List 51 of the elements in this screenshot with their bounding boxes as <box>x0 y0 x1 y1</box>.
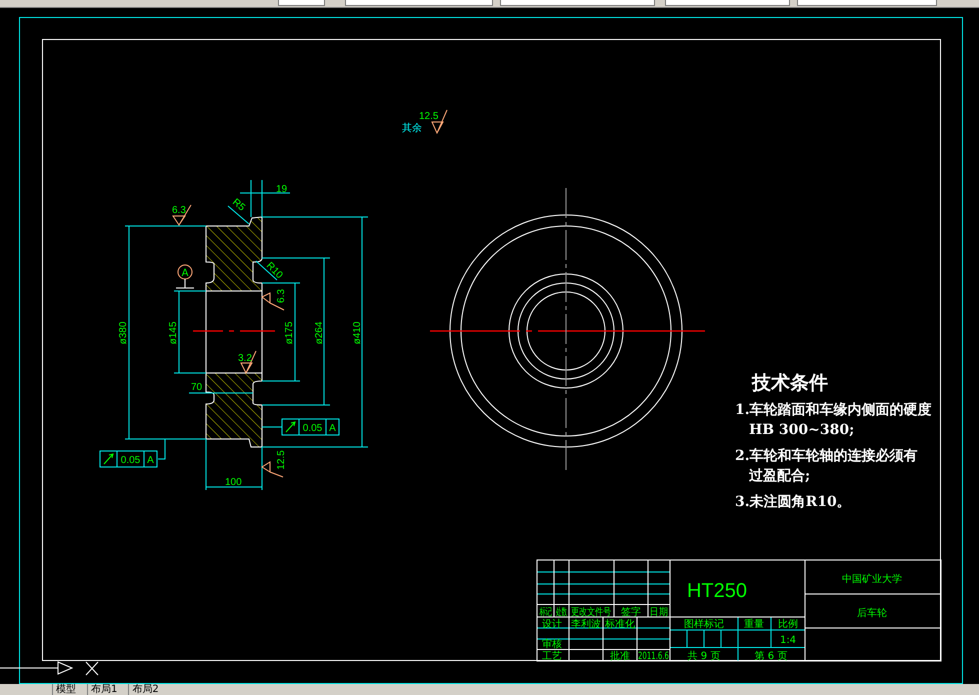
layout-tab[interactable]: 模型 <box>52 684 79 695</box>
datum-reference: A <box>329 423 336 434</box>
dimension-label: 6.3 <box>172 205 186 216</box>
dimension-label: 12.5 <box>276 450 287 470</box>
title-block-text: 李利波 <box>571 619 601 630</box>
dimension-label: ø410 <box>352 322 363 344</box>
requirement-text: 1.车轮踏面和车缘内侧面的硬度 <box>735 402 932 418</box>
title-block-text: 工艺 <box>542 651 562 662</box>
school-name: 中国矿业大学 <box>842 574 902 585</box>
requirement-text: HB 300~380; <box>749 422 854 438</box>
title-block-text: 1:4 <box>780 635 796 646</box>
title-block-text: 图样标记 <box>684 619 724 630</box>
surface-note-label: 其余 <box>402 123 422 134</box>
material-label: HT250 <box>686 580 748 602</box>
title-block-text: 设计 <box>542 619 562 630</box>
part-name: 后车轮 <box>857 608 887 619</box>
title-block-text: 标记 <box>539 606 552 618</box>
dimension-label: 6.3 <box>276 289 287 303</box>
title-block-text: 标准化 <box>605 619 635 630</box>
requirement-text: 3.未注圆角R10。 <box>735 494 851 510</box>
title-block-text: 处数 <box>556 606 567 618</box>
dimension-label: 100 <box>225 477 242 488</box>
dimension-label: R10 <box>264 260 285 282</box>
tolerance-value: 0.05 <box>120 455 140 466</box>
layout-tab[interactable]: 布局2 <box>128 684 162 695</box>
dimension-label: ø175 <box>284 322 295 344</box>
title-block-text: 第 6 页 <box>754 651 788 662</box>
title-block-text: 重量 <box>744 619 764 630</box>
title-block-text: 比例 <box>778 619 798 630</box>
requirements-title: 技术条件 <box>752 372 828 394</box>
datum-reference: A <box>147 455 154 466</box>
dimension-label: ø264 <box>314 322 325 344</box>
title-block-text: 共 9 页 <box>688 651 720 662</box>
title-block-text: 批准 <box>610 651 630 662</box>
requirement-text: 2.车轮和车轮轴的连接必须有 <box>735 448 918 464</box>
title-block-text: 签字 <box>621 607 641 618</box>
layout-tab[interactable]: 布局1 <box>87 684 120 695</box>
datum-label: A <box>182 268 188 279</box>
title-block-text: 审核 <box>542 639 562 650</box>
dimension-label: 70 <box>191 382 202 393</box>
dimension-label: ø145 <box>168 322 179 344</box>
roughness-value: 12.5 <box>419 111 438 122</box>
requirement-text: 过盈配合; <box>749 468 810 484</box>
dimension-label: 19 <box>276 184 288 195</box>
title-block-text: 更改文件号 <box>570 607 612 618</box>
tolerance-value: 0.05 <box>302 423 322 434</box>
title-block-text: 日期 <box>650 606 668 618</box>
dimension-label: R5 <box>230 196 247 214</box>
dimension-label: 3.2 <box>238 353 252 364</box>
title-block-text: 2011.6.6 <box>638 650 669 662</box>
dimension-label: ø380 <box>118 322 129 344</box>
